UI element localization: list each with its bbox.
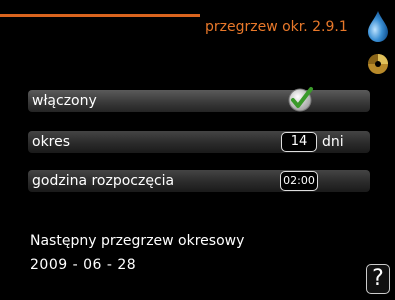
row-label: okres [32, 134, 71, 150]
water-drop-icon [368, 11, 388, 42]
row-start-time[interactable]: godzina rozpoczęcia 02:00 [28, 170, 370, 192]
page-title: przegrzew okr. 2.9.1 [205, 19, 348, 35]
row-label: włączony [32, 93, 97, 109]
next-overheat-date: 2009 - 06 - 28 [30, 257, 137, 273]
help-button[interactable]: ? [366, 264, 390, 294]
header-line [0, 14, 200, 17]
wheel-icon [368, 54, 388, 74]
row-label: godzina rozpoczęcia [32, 173, 175, 189]
checkmark-icon[interactable] [286, 84, 316, 114]
period-unit: dni [322, 134, 344, 150]
row-enabled[interactable]: włączony [28, 87, 370, 112]
period-value-field[interactable]: 14 [281, 132, 317, 152]
row-period[interactable]: okres 14 dni [28, 131, 370, 153]
start-time-field[interactable]: 02:00 [280, 171, 318, 191]
next-overheat-label: Następny przegrzew okresowy [30, 233, 245, 249]
